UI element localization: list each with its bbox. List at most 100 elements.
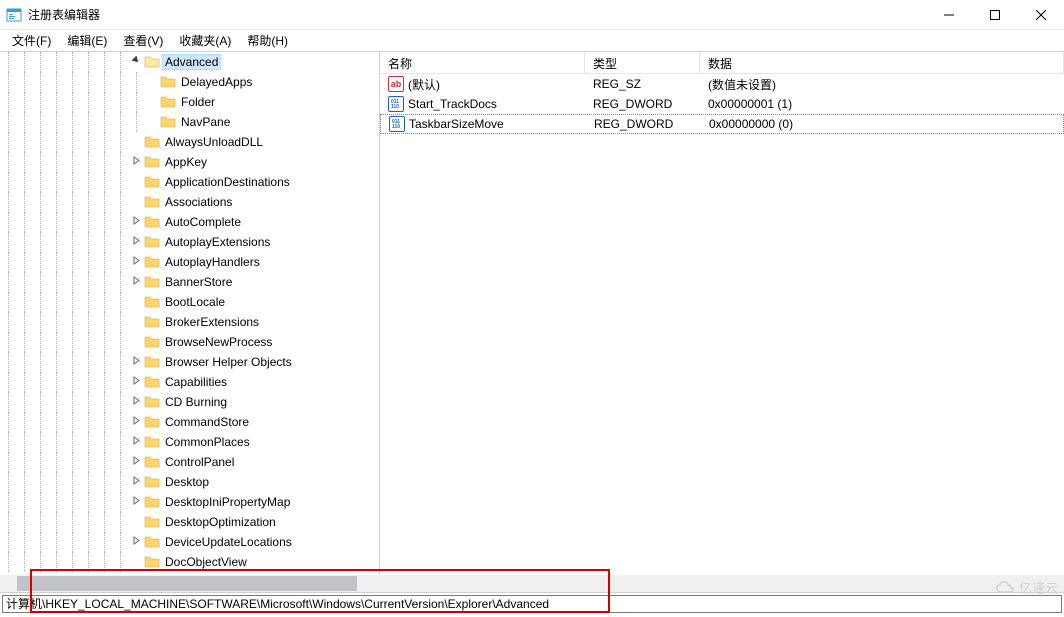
tree-twisty[interactable] <box>128 476 144 488</box>
folder-icon <box>144 454 160 470</box>
tree-node-browsenewprocess[interactable]: BrowseNewProcess <box>0 332 380 352</box>
address-input[interactable] <box>2 595 1062 613</box>
tree-node-label: BrokerExtensions <box>162 314 262 330</box>
tree-node-autoplayhandlers[interactable]: AutoplayHandlers <box>0 252 380 272</box>
tree-node-label: Advanced <box>162 54 221 70</box>
value-type: REG_SZ <box>593 77 641 91</box>
list-row[interactable]: 011110TaskbarSizeMoveREG_DWORD0x00000000… <box>380 114 1064 134</box>
tree-node-delayedapps[interactable]: DelayedApps <box>0 72 380 92</box>
tree-node-commandstore[interactable]: CommandStore <box>0 412 380 432</box>
tree-node-label: ApplicationDestinations <box>162 174 293 190</box>
tree-node-label: NavPane <box>178 114 233 130</box>
tree-twisty[interactable] <box>128 396 144 408</box>
tree-twisty[interactable] <box>128 256 144 268</box>
tree-node-cd-burning[interactable]: CD Burning <box>0 392 380 412</box>
column-header-type[interactable]: 类型 <box>585 52 700 73</box>
folder-icon <box>144 254 160 270</box>
tree-node-desktopoptimization[interactable]: DesktopOptimization <box>0 512 380 532</box>
tree-node-label: Folder <box>178 94 218 110</box>
tree-node-label: AutoComplete <box>162 214 244 230</box>
folder-icon <box>144 474 160 490</box>
folder-icon <box>144 374 160 390</box>
reg-dword-icon: 011110 <box>389 116 405 132</box>
tree-node-autocomplete[interactable]: AutoComplete <box>0 212 380 232</box>
menu-view[interactable]: 查看(V) <box>115 30 171 51</box>
tree-node-brokerextensions[interactable]: BrokerExtensions <box>0 312 380 332</box>
addressbar <box>0 592 1064 614</box>
folder-icon <box>160 114 176 130</box>
tree-node-folder[interactable]: Folder <box>0 92 380 112</box>
tree-node-label: BannerStore <box>162 274 235 290</box>
tree-node-desktop[interactable]: Desktop <box>0 472 380 492</box>
menu-file[interactable]: 文件(F) <box>4 30 59 51</box>
menu-favorites[interactable]: 收藏夹(A) <box>171 30 239 51</box>
window-title: 注册表编辑器 <box>28 6 926 23</box>
value-name: TaskbarSizeMove <box>409 117 504 131</box>
tree-scroll[interactable]: Advanced DelayedApps Folder NavPane AlwaysUn… <box>0 52 380 575</box>
folder-icon <box>144 394 160 410</box>
folder-icon <box>144 214 160 230</box>
tree-node-appkey[interactable]: AppKey <box>0 152 380 172</box>
tree-node-controlpanel[interactable]: ControlPanel <box>0 452 380 472</box>
scrollbar-thumb[interactable] <box>17 576 357 591</box>
tree-twisty[interactable] <box>128 56 144 68</box>
folder-icon <box>144 174 160 190</box>
reg-dword-icon: 011110 <box>388 96 404 112</box>
menubar: 文件(F) 编辑(E) 查看(V) 收藏夹(A) 帮助(H) <box>0 30 1064 52</box>
tree-twisty[interactable] <box>128 456 144 468</box>
tree-twisty[interactable] <box>128 236 144 248</box>
tree-node-browser-helper-objects[interactable]: Browser Helper Objects <box>0 352 380 372</box>
tree-node-bootlocale[interactable]: BootLocale <box>0 292 380 312</box>
list-pane: 名称 类型 数据 ab(默认)REG_SZ(数值未设置)011110Start_… <box>380 52 1064 575</box>
tree-twisty[interactable] <box>128 356 144 368</box>
svg-text:110: 110 <box>391 104 399 110</box>
list-row[interactable]: ab(默认)REG_SZ(数值未设置) <box>380 74 1064 94</box>
tree-twisty[interactable] <box>128 496 144 508</box>
tree-node-alwaysunloaddll[interactable]: AlwaysUnloadDLL <box>0 132 380 152</box>
app-icon <box>6 7 22 23</box>
menu-help[interactable]: 帮助(H) <box>239 30 296 51</box>
folder-icon <box>144 54 160 70</box>
value-data: (数值未设置) <box>708 76 776 93</box>
tree-node-associations[interactable]: Associations <box>0 192 380 212</box>
tree-node-bannerstore[interactable]: BannerStore <box>0 272 380 292</box>
tree-node-applicationdestinations[interactable]: ApplicationDestinations <box>0 172 380 192</box>
tree-node-label: CommonPlaces <box>162 434 253 450</box>
folder-icon <box>144 154 160 170</box>
tree-node-desktopinipropertymap[interactable]: DesktopIniPropertyMap <box>0 492 380 512</box>
tree-node-docobjectview[interactable]: DocObjectView <box>0 552 380 572</box>
tree-node-deviceupdatelocations[interactable]: DeviceUpdateLocations <box>0 532 380 552</box>
tree-node-capabilities[interactable]: Capabilities <box>0 372 380 392</box>
tree-node-label: ControlPanel <box>162 454 237 470</box>
tree-node-label: Capabilities <box>162 374 230 390</box>
tree-twisty[interactable] <box>128 376 144 388</box>
column-header-name[interactable]: 名称 <box>380 52 585 73</box>
tree-node-commonplaces[interactable]: CommonPlaces <box>0 432 380 452</box>
tree-node-label: BootLocale <box>162 294 228 310</box>
tree-node-autoplayextensions[interactable]: AutoplayExtensions <box>0 232 380 252</box>
folder-icon <box>144 274 160 290</box>
window-controls <box>926 0 1064 30</box>
tree-node-label: DocObjectView <box>162 554 250 570</box>
column-header-data[interactable]: 数据 <box>700 52 1064 73</box>
folder-icon <box>144 354 160 370</box>
tree-twisty[interactable] <box>128 156 144 168</box>
tree-twisty[interactable] <box>128 536 144 548</box>
maximize-button[interactable] <box>972 0 1018 30</box>
folder-icon <box>144 334 160 350</box>
menu-edit[interactable]: 编辑(E) <box>59 30 115 51</box>
list-row[interactable]: 011110Start_TrackDocsREG_DWORD0x00000001… <box>380 94 1064 114</box>
tree-twisty[interactable] <box>128 436 144 448</box>
tree-node-label: CommandStore <box>162 414 252 430</box>
close-button[interactable] <box>1018 0 1064 30</box>
tree-twisty[interactable] <box>128 416 144 428</box>
tree-horizontal-scrollbar[interactable] <box>0 575 1064 592</box>
folder-icon <box>144 194 160 210</box>
tree-node-label: DeviceUpdateLocations <box>162 534 295 550</box>
tree-twisty[interactable] <box>128 276 144 288</box>
tree-twisty[interactable] <box>128 216 144 228</box>
tree-node-advanced[interactable]: Advanced <box>0 52 380 72</box>
folder-icon <box>144 134 160 150</box>
tree-node-navpane[interactable]: NavPane <box>0 112 380 132</box>
minimize-button[interactable] <box>926 0 972 30</box>
